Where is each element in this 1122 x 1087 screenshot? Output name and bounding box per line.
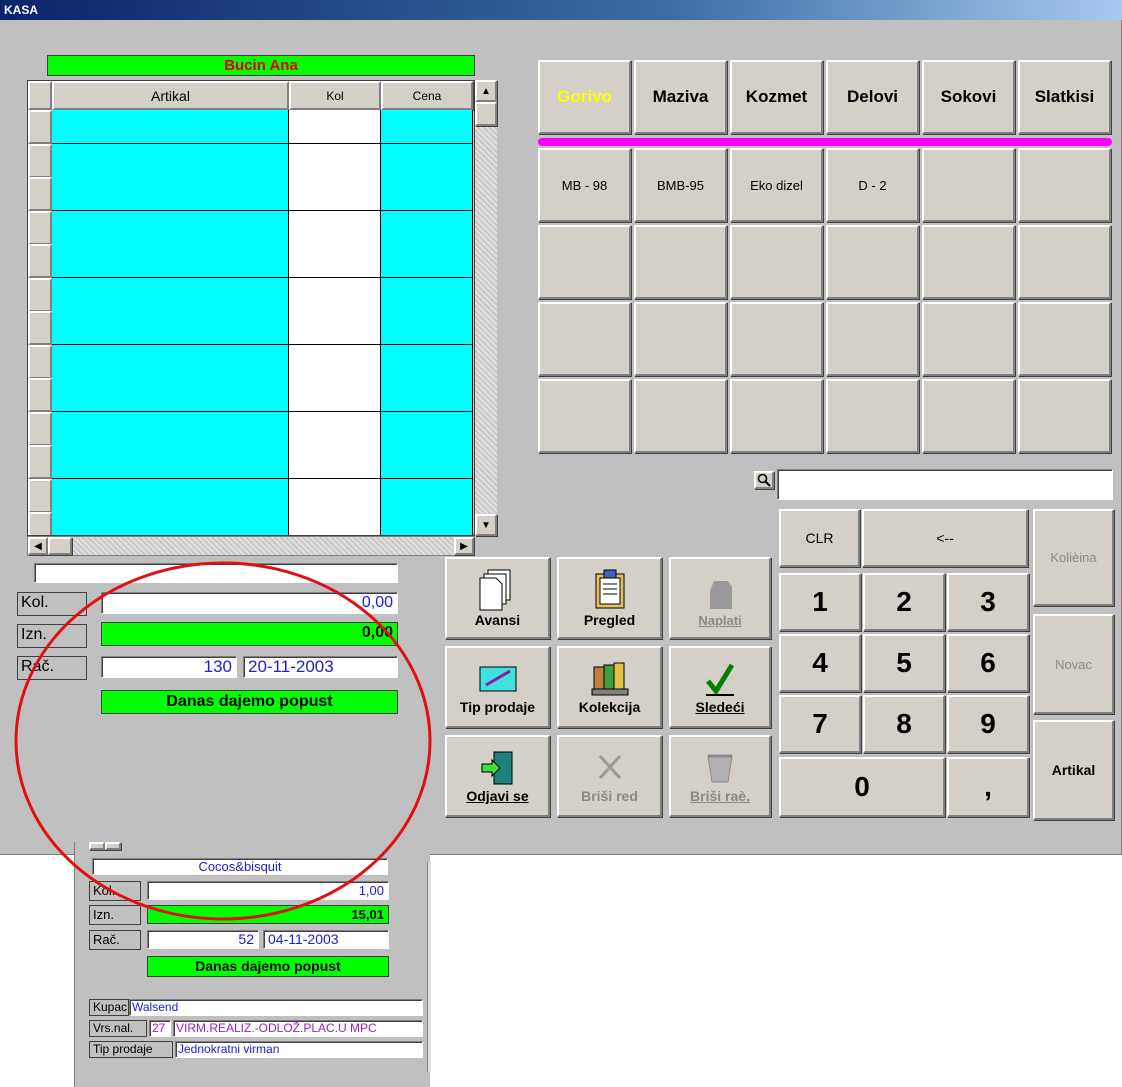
red-highlight-ellipse — [14, 561, 432, 921]
highlight-circle — [14, 561, 432, 921]
